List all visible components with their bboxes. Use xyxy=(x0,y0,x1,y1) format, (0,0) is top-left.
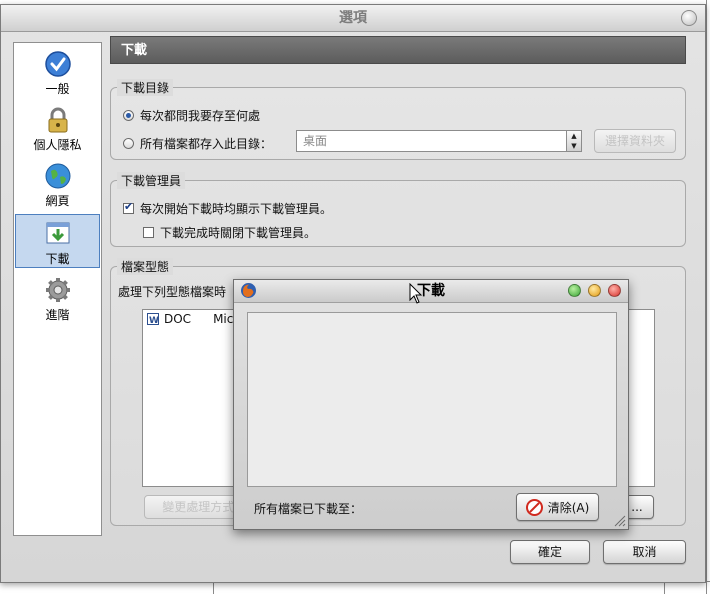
group-legend: 下載目錄 xyxy=(117,79,174,96)
globe-icon xyxy=(45,163,70,189)
resize-grip-icon[interactable] xyxy=(612,513,626,527)
file-types-desc-text: 處理下列型態檔案時 xyxy=(118,285,227,299)
group-legend: 下載管理員 xyxy=(117,172,186,189)
ask-every-time-label: 每次都問我要存至何處 xyxy=(140,109,261,123)
file-types-description: 處理下列型態檔案時 xyxy=(118,283,226,300)
sidebar-item-label: 個人隱私 xyxy=(33,138,82,152)
clear-label: 清除(A) xyxy=(547,500,590,515)
lock-icon xyxy=(48,107,67,133)
save-to-folder-option[interactable]: 所有檔案都存入此目錄： xyxy=(123,135,272,152)
options-sidebar: 一般 個人隱私 網頁 下載 進階 xyxy=(13,42,102,536)
svg-text:W: W xyxy=(149,316,159,326)
choose-folder-label: 選擇資料夾 xyxy=(604,134,665,148)
sidebar-item-advanced[interactable]: 進階 xyxy=(14,271,101,323)
downloads-window: 下載 所有檔案已下載至： 清除(A) xyxy=(233,279,629,530)
ok-label: 確定 xyxy=(537,545,562,559)
close-manager-option[interactable]: 下載完成時關閉下載管理員。 xyxy=(143,224,316,241)
sidebar-item-privacy[interactable]: 個人隱私 xyxy=(14,101,101,153)
cancel-button[interactable]: 取消 xyxy=(603,540,686,564)
sidebar-item-label: 一般 xyxy=(45,82,70,96)
ok-button[interactable]: 確定 xyxy=(510,540,590,564)
clear-icon xyxy=(525,498,543,516)
zoom-button[interactable] xyxy=(568,284,581,297)
document-icon: W xyxy=(147,313,159,326)
download-folder-select[interactable]: 桌面 ▲ ▼ xyxy=(296,130,582,152)
sidebar-item-downloads[interactable]: 下載 xyxy=(15,214,100,268)
sidebar-item-label: 下載 xyxy=(45,252,70,266)
choose-folder-button[interactable]: 選擇資料夾 xyxy=(594,129,676,153)
list-item[interactable]: W DOC Micr xyxy=(146,312,238,326)
downloads-list[interactable] xyxy=(247,312,617,487)
show-manager-checkbox[interactable] xyxy=(123,200,134,214)
save-to-folder-label: 所有檔案都存入此目錄： xyxy=(140,137,273,151)
minimize-button[interactable] xyxy=(588,284,601,297)
ask-every-time-option[interactable]: 每次都問我要存至何處 xyxy=(123,107,260,124)
firefox-icon xyxy=(241,283,256,298)
more-options-label: ... xyxy=(631,500,643,514)
gear-icon xyxy=(45,278,70,302)
mouse-cursor-icon xyxy=(409,283,423,304)
window-title: 選項 xyxy=(1,5,705,32)
file-ext: DOC xyxy=(164,312,192,326)
show-manager-option[interactable]: 每次開始下載時均顯示下載管理員。 xyxy=(123,200,332,217)
clear-button[interactable]: 清除(A) xyxy=(516,493,599,521)
group-legend: 檔案型態 xyxy=(117,258,174,275)
sidebar-item-general[interactable]: 一般 xyxy=(14,45,101,97)
select-arrows-icon: ▲ ▼ xyxy=(566,131,581,151)
sidebar-item-web[interactable]: 網頁 xyxy=(14,157,101,209)
download-folder-value: 桌面 xyxy=(303,134,328,148)
downloads-saved-to: 所有檔案已下載至： xyxy=(254,502,363,516)
background-divider xyxy=(706,0,707,594)
window-zoom-button[interactable] xyxy=(681,10,697,26)
close-manager-checkbox[interactable] xyxy=(143,227,154,238)
sidebar-item-label: 網頁 xyxy=(45,194,70,208)
save-to-folder-radio[interactable] xyxy=(123,138,134,149)
sidebar-item-label: 進階 xyxy=(45,308,70,322)
show-manager-label: 每次開始下載時均顯示下載管理員。 xyxy=(140,202,333,216)
cancel-label: 取消 xyxy=(632,545,657,559)
close-button[interactable] xyxy=(608,284,621,297)
close-manager-label: 下載完成時關閉下載管理員。 xyxy=(160,226,317,240)
ask-every-time-radio[interactable] xyxy=(123,110,134,121)
download-icon xyxy=(46,222,69,244)
pane-header: 下載 xyxy=(110,36,686,64)
checkmark-icon xyxy=(44,51,71,77)
